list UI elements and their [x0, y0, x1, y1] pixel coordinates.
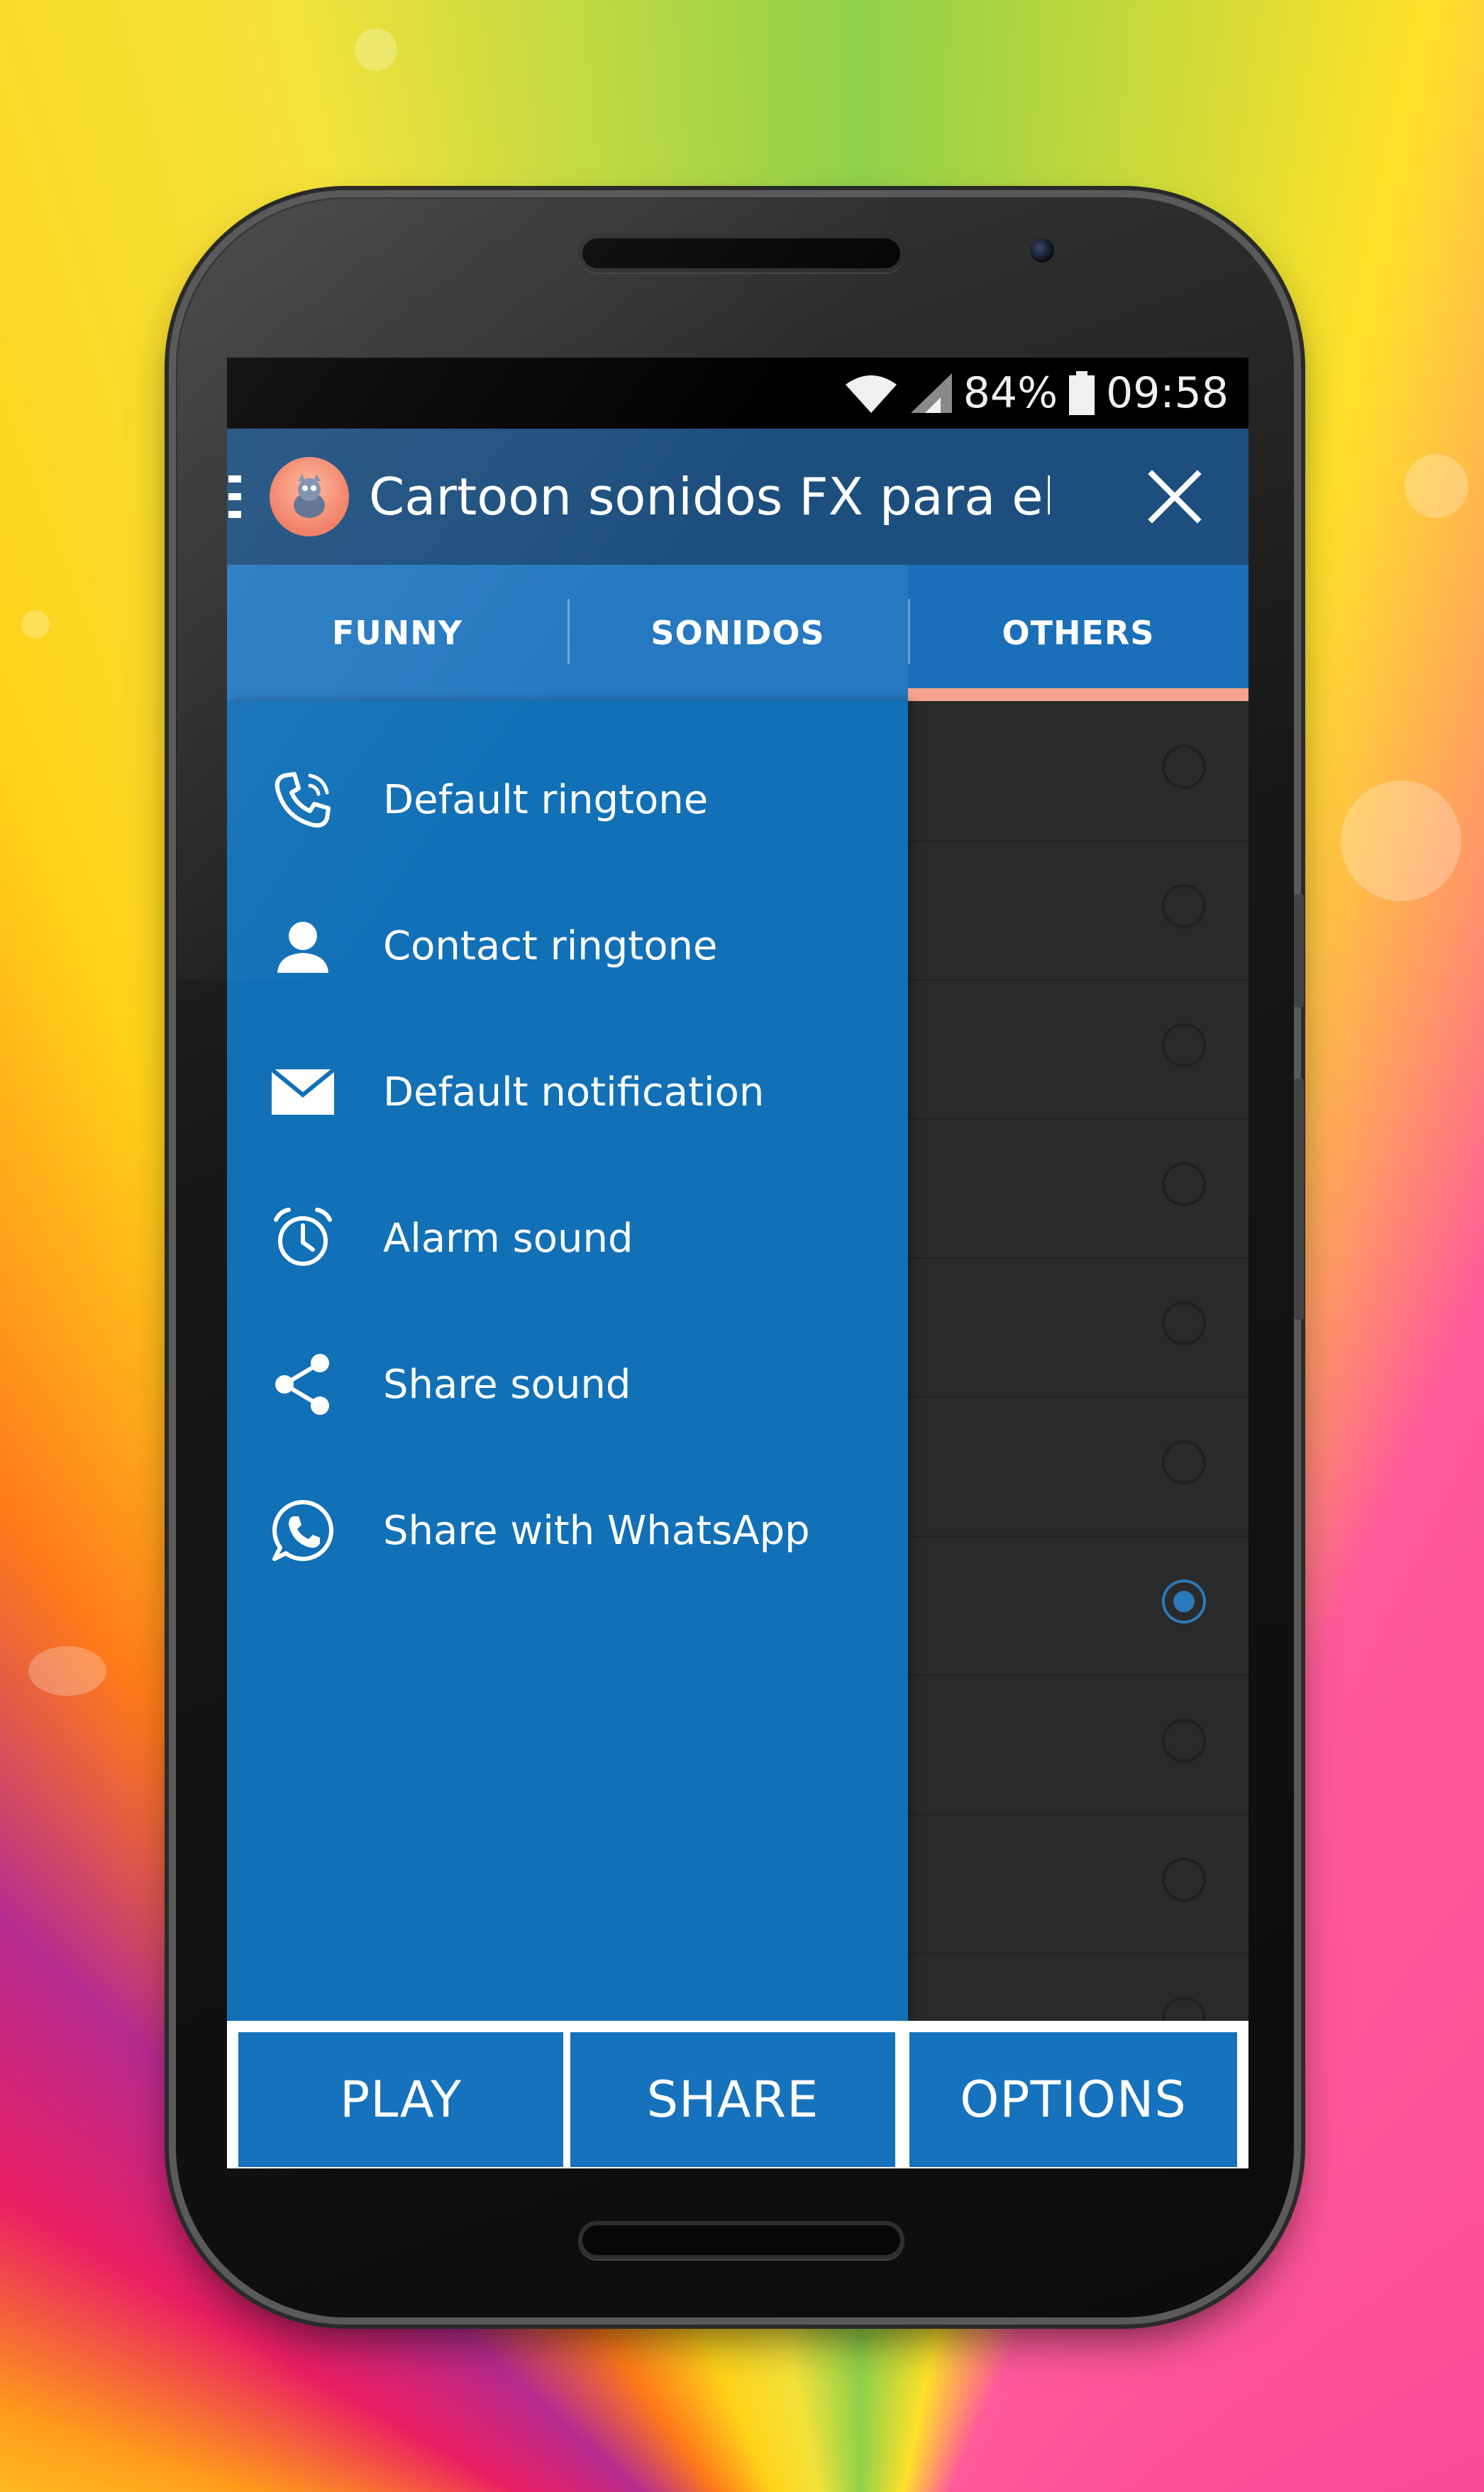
tab-sonidos[interactable]: SONIDOS [567, 565, 908, 701]
tab-bar: FUNNY SONIDOS OTHERS [227, 565, 1248, 701]
list-item[interactable] [908, 979, 1248, 1120]
radio-button[interactable] [1162, 1301, 1206, 1345]
share-button[interactable]: SHARE [570, 2032, 895, 2167]
battery-icon [1068, 371, 1096, 415]
top-speaker [578, 234, 904, 272]
list-item[interactable] [908, 1118, 1248, 1259]
list-item[interactable] [908, 1396, 1248, 1537]
app-logo-icon[interactable] [270, 457, 349, 536]
status-bar: 84% 09:58 [227, 358, 1248, 429]
menu-icon[interactable] [228, 475, 244, 518]
drawer-item-default-ringtone[interactable]: Default ringtone [227, 727, 908, 873]
drawer-item-label: Default ringtone [383, 776, 709, 823]
background-bokeh [355, 28, 397, 71]
bottom-speaker [578, 2221, 904, 2259]
list-item[interactable] [908, 1675, 1248, 1815]
radio-button[interactable] [1162, 1440, 1206, 1484]
drawer-item-label: Contact ringtone [383, 922, 718, 969]
drawer-item-label: Alarm sound [383, 1215, 633, 1262]
drawer-item-default-notification[interactable]: Default notification [227, 1019, 908, 1165]
radio-button-selected[interactable] [1162, 1579, 1206, 1623]
background-bokeh [28, 1646, 106, 1696]
power-button [1294, 1079, 1304, 1320]
alarm-clock-icon [264, 1199, 342, 1277]
wifi-icon [843, 372, 899, 414]
drawer-item-share-whatsapp[interactable]: Share with WhatsApp [227, 1457, 908, 1604]
background-bokeh [21, 610, 50, 639]
battery-percentage: 84% [963, 368, 1058, 418]
contact-icon [264, 907, 342, 985]
close-icon[interactable] [1141, 463, 1209, 531]
whatsapp-icon [264, 1492, 342, 1570]
drawer-item-label: Share sound [383, 1361, 631, 1408]
radio-button[interactable] [1162, 1023, 1206, 1067]
radio-button[interactable] [1162, 1858, 1206, 1902]
drawer-item-label: Default notification [383, 1069, 765, 1115]
clock: 09:58 [1106, 368, 1229, 418]
screen: 84% 09:58 Cartoon sonidos FX para el… FU… [227, 358, 1248, 2168]
action-bar: Cartoon sonidos FX para el… [227, 429, 1248, 565]
share-icon [264, 1345, 342, 1423]
list-item[interactable] [908, 1814, 1248, 1954]
background-bokeh [1341, 781, 1461, 901]
background-bokeh [1405, 454, 1468, 518]
radio-button[interactable] [1162, 1719, 1206, 1763]
phone-ringing-icon [264, 761, 342, 839]
options-button[interactable]: OPTIONS [909, 2032, 1237, 2167]
envelope-icon [264, 1053, 342, 1131]
signal-icon [909, 372, 953, 414]
play-button[interactable]: PLAY [238, 2032, 563, 2167]
app-title: Cartoon sonidos FX para el… [369, 467, 1050, 526]
content-area: Default ringtone Contact ringtone Defaul… [227, 701, 1248, 2093]
tab-funny[interactable]: FUNNY [227, 565, 567, 701]
tab-others[interactable]: OTHERS [908, 565, 1248, 701]
drawer-item-label: Share with WhatsApp [383, 1507, 810, 1554]
list-item[interactable] [908, 840, 1248, 981]
volume-button [1294, 894, 1304, 1008]
navigation-drawer: Default ringtone Contact ringtone Defaul… [227, 701, 908, 2021]
list-item[interactable] [908, 1257, 1248, 1398]
drawer-item-contact-ringtone[interactable]: Contact ringtone [227, 873, 908, 1019]
front-camera [1030, 238, 1054, 263]
list-item[interactable] [908, 1536, 1248, 1676]
drawer-item-alarm-sound[interactable]: Alarm sound [227, 1165, 908, 1311]
radio-button[interactable] [1162, 884, 1206, 928]
radio-button[interactable] [1162, 1162, 1206, 1206]
list-item[interactable] [908, 701, 1248, 842]
drawer-item-share-sound[interactable]: Share sound [227, 1311, 908, 1457]
radio-button[interactable] [1162, 745, 1206, 789]
bottom-bar: PLAY SHARE OPTIONS [227, 2021, 1248, 2168]
